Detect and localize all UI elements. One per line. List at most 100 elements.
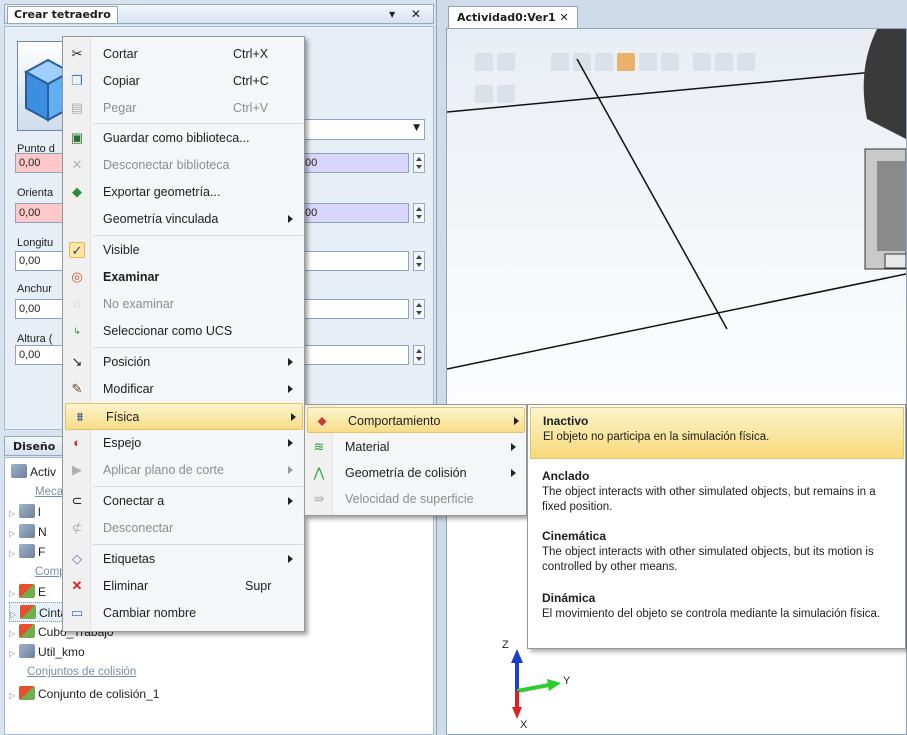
menu-item-cambiar-nombre[interactable]: ▭ Cambiar nombre — [63, 600, 304, 627]
robot-icon — [19, 524, 35, 538]
check-icon: ✓ — [69, 242, 85, 258]
tag-icon: ◇ — [72, 551, 82, 566]
tree-row-conjunto-colision[interactable]: ▷ Conjunto de colisión_1 — [9, 684, 159, 704]
viewport-tab[interactable]: Actividad0:Ver1 ✕ — [448, 6, 578, 28]
submenu-arrow-icon — [511, 443, 516, 451]
menu-item-pegar[interactable]: ▤ Pegar Ctrl+V — [63, 95, 304, 122]
tree-row-mech-1[interactable]: ▷ l — [9, 502, 41, 522]
behavior-option-dinamica[interactable]: Dinámica El movimiento del objeto se con… — [530, 585, 904, 628]
submenu-arrow-icon — [288, 385, 293, 393]
submenu-arrow-icon — [514, 417, 519, 425]
expand-arrow-icon[interactable]: ▷ — [9, 544, 19, 564]
expand-arrow-icon[interactable]: ▷ — [9, 524, 19, 544]
expand-arrow-icon[interactable]: ▷ — [9, 504, 19, 524]
menu-item-guardar-biblioteca[interactable]: ▣ Guardar como biblioteca... — [63, 125, 304, 152]
punto-spinner[interactable] — [413, 153, 425, 173]
submenu-item-material[interactable]: ≋ Material — [305, 434, 526, 460]
part-icon — [20, 605, 36, 619]
longitud-label: Longitu — [17, 237, 54, 249]
submenu-item-geometria-colision[interactable]: ⋀ Geometría de colisión — [305, 460, 526, 486]
submenu-item-comportamiento[interactable]: ⬥ Comportamiento — [307, 407, 525, 433]
expand-arrow-icon[interactable]: ▷ — [9, 584, 19, 604]
tree-section-mecanismos: Meca — [35, 486, 64, 498]
submenu-arrow-icon — [288, 466, 293, 474]
punto-z-field[interactable]: 00 — [301, 153, 409, 173]
axis-y-label: Y — [563, 675, 571, 687]
menu-item-no-examinar[interactable]: ◌ No examinar — [63, 291, 304, 318]
mirror-icon: ◐ — [73, 435, 81, 450]
menu-separator — [93, 544, 303, 545]
collision-icon: ⋀ — [313, 465, 325, 480]
orienta-x-field[interactable]: 0,00 — [15, 203, 65, 223]
menu-item-desconectar[interactable]: ⊄ Desconectar — [63, 515, 304, 542]
tree-row-comp-1[interactable]: ▷ E — [9, 582, 46, 602]
menu-item-desconectar-biblioteca[interactable]: ✕ Desconectar biblioteca — [63, 152, 304, 179]
menu-item-geometria-vinculada[interactable]: Geometría vinculada — [63, 206, 304, 233]
orienta-spinner[interactable] — [413, 203, 425, 223]
tree-row-activity[interactable]: Activ — [11, 462, 56, 482]
menu-item-conectar-a[interactable]: ⊂ Conectar a — [63, 488, 304, 515]
export-icon: ◆ — [72, 184, 82, 199]
submenu-arrow-icon — [288, 555, 293, 563]
panel-title[interactable]: Crear tetraedro — [7, 6, 118, 23]
menu-item-modificar[interactable]: ✎ Modificar — [63, 376, 304, 403]
expand-arrow-icon[interactable]: ▷ — [9, 686, 19, 706]
longitud-spinner[interactable] — [413, 251, 425, 271]
robot-icon — [19, 504, 35, 518]
menu-separator — [93, 486, 303, 487]
panel-header-buttons[interactable]: ▾ ✕ — [389, 7, 427, 21]
menu-separator — [93, 235, 303, 236]
menu-item-fisica[interactable]: ⩩ Física — [65, 403, 303, 430]
tree-row-util-kmo[interactable]: ▷ Util_kmo — [9, 642, 85, 662]
behavior-option-inactivo[interactable]: Inactivo El objeto no participa en la si… — [530, 407, 904, 459]
tree-row-mech-2[interactable]: ▷ N — [9, 522, 47, 542]
orienta-z-field[interactable]: 00 — [301, 203, 409, 223]
expand-arrow-icon[interactable]: ▷ — [9, 624, 19, 644]
copy-icon: ❐ — [71, 73, 83, 88]
behavior-options-menu: Inactivo El objeto no participa en la si… — [527, 404, 906, 649]
menu-item-etiquetas[interactable]: ◇ Etiquetas — [63, 546, 304, 573]
altura-spinner[interactable] — [413, 345, 425, 365]
tree-row-cinta[interactable]: ▷ Cinta — [9, 602, 69, 622]
behavior-option-cinematica[interactable]: Cinemática The object interacts with oth… — [530, 523, 904, 581]
menu-item-exportar-geometria[interactable]: ◆ Exportar geometría... — [63, 179, 304, 206]
submenu-arrow-icon — [288, 215, 293, 223]
tree-row-mech-3[interactable]: ▷ F — [9, 542, 45, 562]
altura-label: Altura ( — [17, 333, 53, 345]
design-tree-title[interactable]: Diseño — [13, 440, 55, 453]
submenu-item-velocidad-superficie[interactable]: ⇛ Velocidad de superficie — [305, 486, 526, 512]
submenu-arrow-icon — [291, 413, 296, 421]
menu-item-seleccionar-ucs[interactable]: ↳ Seleccionar como UCS — [63, 318, 304, 345]
save-library-icon: ▣ — [70, 130, 84, 145]
menu-item-visible[interactable]: ✓ Visible — [63, 237, 304, 264]
pencil-icon: ✎ — [71, 381, 83, 396]
anchura-spinner[interactable] — [413, 299, 425, 319]
physics-submenu: ⬥ Comportamiento ≋ Material ⋀ Geometría … — [304, 404, 527, 516]
reference-dropdown[interactable] — [295, 119, 425, 140]
menu-item-plano-corte[interactable]: ▶ Aplicar plano de corte — [63, 457, 304, 484]
part-icon — [19, 624, 35, 638]
anchura-label: Anchur — [17, 283, 52, 295]
menu-item-examinar[interactable]: ◎ Examinar — [63, 264, 304, 291]
menu-item-cortar[interactable]: ✂ Cortar Ctrl+X — [63, 41, 304, 68]
menu-item-eliminar[interactable]: ✕ Eliminar Supr — [63, 573, 304, 600]
paperclip-icon: ⊂ — [71, 493, 83, 508]
disconnect-library-icon: ✕ — [71, 157, 83, 172]
punto-x-field[interactable]: 0,00 — [15, 153, 65, 173]
menu-item-copiar[interactable]: ❐ Copiar Ctrl+C — [63, 68, 304, 95]
no-examine-icon: ◌ — [73, 296, 81, 311]
menu-item-posicion[interactable]: ↘ Posición — [63, 349, 304, 376]
tool-icon — [19, 544, 35, 558]
create-tetrahedron-header: Crear tetraedro ▾ ✕ — [4, 4, 434, 24]
axis-z-label: Z — [502, 639, 509, 651]
rename-icon: ▭ — [70, 605, 84, 620]
expand-arrow-icon[interactable]: ▷ — [9, 644, 19, 664]
scissors-icon: ✂ — [71, 46, 83, 61]
menu-item-espejo[interactable]: ◐ Espejo — [63, 430, 304, 457]
submenu-arrow-icon — [288, 358, 293, 366]
behavior-option-anclado[interactable]: Anclado The object interacts with other … — [530, 463, 904, 521]
physics-icon: ⩩ — [76, 409, 84, 424]
paste-icon: ▤ — [70, 100, 84, 115]
submenu-arrow-icon — [288, 497, 293, 505]
unclip-icon: ⊄ — [71, 520, 83, 535]
